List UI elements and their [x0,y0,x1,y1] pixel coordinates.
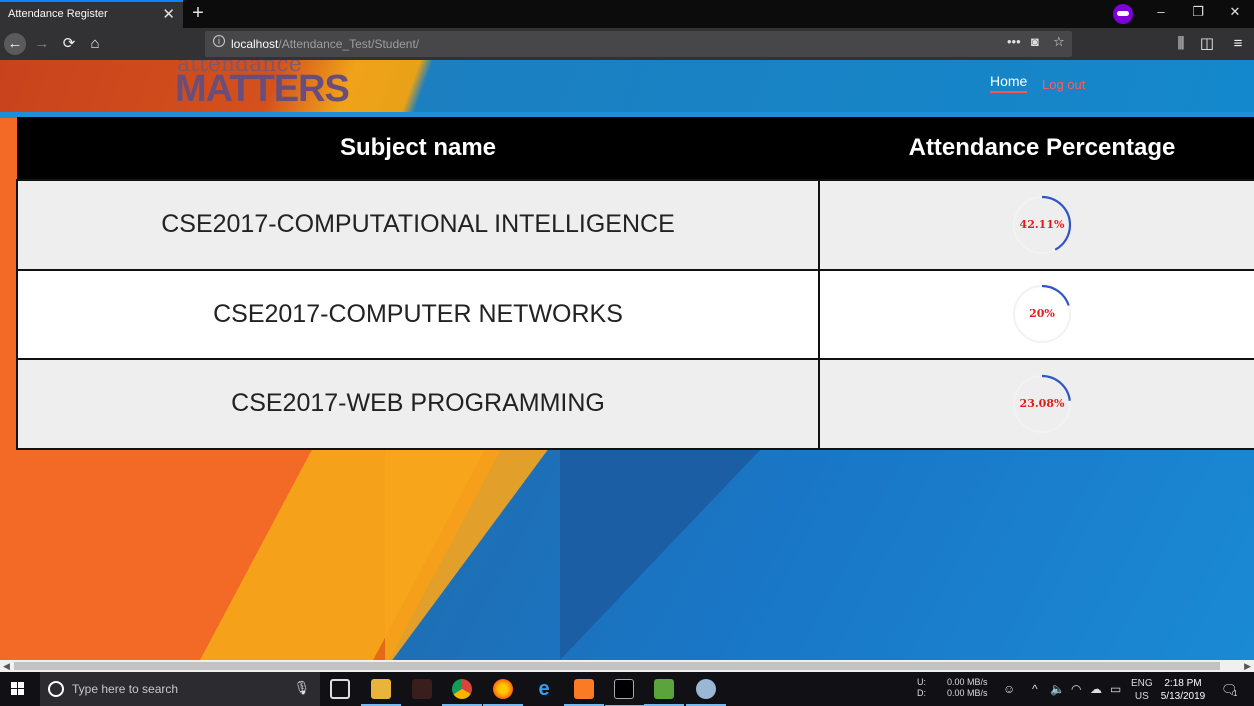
clock-date: 5/13/2019 [1160,691,1206,702]
url-host: localhost [231,37,279,51]
file-explorer-icon[interactable] [361,679,401,706]
column-header-percentage: Attendance Percentage [819,117,1254,180]
scroll-right-arrow-icon[interactable]: ▶ [1244,660,1251,672]
home-icon[interactable]: ⌂ [84,33,106,55]
tab-close-icon[interactable]: ✕ [162,5,175,23]
new-tab-button[interactable]: + [188,2,208,25]
percentage-ring: 23.08% [1012,374,1072,434]
percentage-ring: 20% [1012,284,1072,344]
terminal-icon[interactable] [605,679,645,706]
page-actions-icon[interactable]: ••• [1007,34,1021,49]
xampp-icon[interactable] [564,679,604,706]
cloud-icon[interactable]: ☁ [1090,682,1102,696]
subject-cell: CSE2017-COMPUTER NETWORKS [16,268,820,360]
table-header-row: Subject name Attendance Percentage [17,117,1254,180]
battery-icon[interactable]: ▭ [1110,682,1121,696]
edge-icon[interactable]: e [534,679,554,699]
percentage-cell: 20% [818,268,1254,360]
horizontal-scrollbar[interactable]: ◀ ▶ [0,660,1254,672]
minimize-button[interactable]: – [1151,4,1171,19]
reload-icon[interactable]: ⟳ [58,33,80,55]
volume-icon[interactable]: 🔈 [1050,682,1065,696]
network-speed-labels: U: D: [917,677,926,699]
notification-count: 1 [1233,689,1238,698]
sidebar-icon[interactable]: ◫ [1196,33,1218,55]
clock-time: 2:18 PM [1164,678,1202,689]
app-icon[interactable] [412,679,432,699]
address-url[interactable]: localhost/Attendance_Test/Student/ [231,37,419,51]
taskbar-clock[interactable]: 2:18 PM 5/13/2019 [1158,677,1208,703]
scroll-left-arrow-icon[interactable]: ◀ [3,660,10,672]
address-bar[interactable]: i localhost/Attendance_Test/Student/ •••… [205,31,1072,57]
windows-taskbar: Type here to search 🎙 e U: D: 0.00 MB/s … [0,672,1254,706]
nav-home-link[interactable]: Home [990,73,1028,93]
scrollbar-thumb[interactable] [14,662,1220,670]
percentage-ring: 42.11% [1012,195,1072,255]
percentage-cell: 42.11% [818,179,1254,271]
app-icon[interactable] [686,679,726,706]
logo-text-main: MATTERS [175,68,350,110]
region-label: US [1134,691,1149,702]
notepad-icon[interactable] [644,679,684,706]
page-content: attendance MATTERS Home Log out Subject … [0,60,1254,660]
table-row: CSE2017-COMPUTER NETWORKS 20% [16,268,1254,360]
site-header: attendance MATTERS Home Log out [0,60,1254,117]
browser-nav-bar: ← → ⟳ ⌂ i localhost/Attendance_Test/Stud… [0,28,1254,60]
firefox-icon[interactable] [483,679,523,706]
forward-arrow-icon[interactable]: → [31,33,53,55]
net-down-label: D: [917,688,926,698]
net-up-label: U: [917,677,926,687]
percentage-label: 20% [1029,307,1055,321]
percentage-label: 23.08% [1019,396,1065,410]
subject-cell: CSE2017-COMPUTATIONAL INTELLIGENCE [16,179,820,271]
people-icon[interactable]: ☺ [1003,682,1015,696]
percentage-label: 42.11% [1019,217,1065,231]
nav-logout-link[interactable]: Log out [1042,77,1085,92]
site-info-icon[interactable]: i [213,35,225,47]
search-placeholder: Type here to search [72,682,179,696]
restore-button[interactable]: ❐ [1188,4,1208,20]
private-browsing-icon [1113,4,1133,24]
browser-tab[interactable]: Attendance Register ✕ [0,0,183,28]
language-label: ENG [1131,678,1153,689]
url-path: /Attendance_Test/Student/ [278,37,420,51]
language-indicator[interactable]: ENG US [1131,677,1153,703]
pocket-icon[interactable]: ◙ [1031,34,1039,49]
bookmark-star-icon[interactable]: ☆ [1053,34,1065,50]
taskbar-search-box[interactable]: Type here to search 🎙 [40,672,320,706]
network-speed: 0.00 MB/s 0.00 MB/s [947,677,988,699]
wifi-icon[interactable]: ◠ [1071,682,1081,696]
net-down-speed: 0.00 MB/s [947,688,988,698]
chrome-icon[interactable] [442,679,482,706]
background-shape [385,440,555,660]
tab-title: Attendance Register [8,8,108,20]
table-row: CSE2017-WEB PROGRAMMING 23.08% [16,358,1254,450]
library-icon[interactable]: ⫼ [1170,33,1192,55]
net-up-speed: 0.00 MB/s [947,677,988,687]
table-row: CSE2017-COMPUTATIONAL INTELLIGENCE 42.11… [16,179,1254,271]
browser-tab-bar: Attendance Register ✕ + – ❐ ✕ [0,0,1254,28]
task-view-icon[interactable] [330,679,350,699]
menu-icon[interactable]: ≡ [1227,33,1249,55]
microphone-icon[interactable]: 🎙 [293,680,310,696]
background-shape [560,450,760,660]
attendance-table: Subject name Attendance Percentage CSE20… [16,117,1254,450]
percentage-cell: 23.08% [818,358,1254,450]
chevron-up-icon[interactable]: ^ [1032,682,1038,696]
close-window-button[interactable]: ✕ [1225,4,1245,20]
subject-cell: CSE2017-WEB PROGRAMMING [16,358,820,450]
windows-start-icon[interactable] [11,682,25,696]
column-header-subject: Subject name [17,117,819,180]
back-arrow-icon[interactable]: ← [4,33,26,55]
cortana-icon [48,681,64,697]
